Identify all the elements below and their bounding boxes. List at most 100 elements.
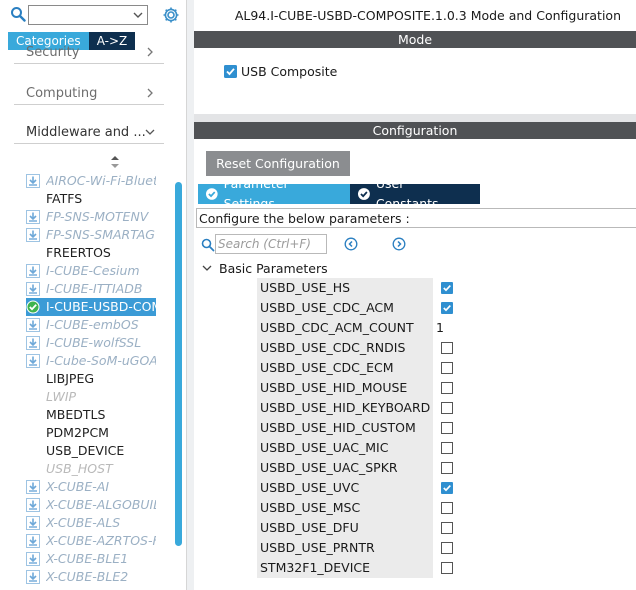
tab-parameter-settings[interactable]: Parameter Settings	[198, 176, 350, 211]
collapse-toggle-icon[interactable]	[202, 263, 212, 273]
download-icon	[26, 552, 40, 566]
page-title: AL94.I-CUBE-USBD-COMPOSITE.1.0.3 Mode an…	[234, 8, 621, 23]
middleware-item[interactable]: FREERTOS	[26, 244, 156, 262]
next-result-icon[interactable]	[392, 237, 406, 251]
basic-parameters-label: Basic Parameters	[219, 261, 328, 276]
middleware-label: X-CUBE-AZRTOS-F1	[46, 533, 156, 548]
reset-configuration-button[interactable]: Reset Configuration	[206, 151, 350, 176]
category-middleware[interactable]: Middleware and ...	[14, 122, 164, 144]
parameter-row: USBD_USE_UAC_SPKR	[257, 458, 467, 478]
middleware-item[interactable]: X-CUBE-AZRTOS-F1	[26, 532, 156, 550]
parameter-name: USBD_USE_UAC_MIC	[257, 438, 433, 458]
parameter-row: USBD_USE_PRNTR	[257, 538, 467, 558]
middleware-item[interactable]: LIBJPEG	[26, 370, 156, 388]
middleware-label: MBEDTLS	[46, 407, 106, 422]
chevron-right-icon	[147, 47, 153, 57]
tab-user-constants[interactable]: User Constants	[350, 176, 480, 211]
middleware-label: X-CUBE-ALGOBUILD	[46, 497, 156, 512]
parameter-checkbox[interactable]	[441, 442, 453, 454]
parameter-row: USBD_CDC_ACM_COUNT 1	[257, 318, 467, 338]
middleware-item[interactable]: PDM2PCM	[26, 424, 156, 442]
middleware-label: I-CUBE-ITTIADB	[46, 281, 143, 296]
parameter-checkbox[interactable]	[441, 462, 453, 474]
middleware-item[interactable]: I-CUBE-embOS	[26, 316, 156, 334]
middleware-item[interactable]: X-CUBE-BLE2	[26, 568, 156, 586]
middleware-item[interactable]: USB_DEVICE	[26, 442, 156, 460]
parameter-checkbox[interactable]	[441, 542, 453, 554]
panel-divider[interactable]	[186, 0, 194, 590]
middleware-label: USB_DEVICE	[46, 443, 125, 458]
middleware-item[interactable]: I-CUBE-Cesium	[26, 262, 156, 280]
check-circle-icon	[358, 188, 370, 200]
parameter-row: USBD_USE_MSC	[257, 498, 467, 518]
gear-icon[interactable]	[161, 5, 181, 25]
parameter-checkbox[interactable]	[441, 562, 453, 574]
search-icon	[201, 238, 215, 252]
middleware-label: X-CUBE-BLE1	[46, 551, 129, 566]
middleware-item[interactable]: AIROC-Wi-Fi-Bluet	[26, 172, 156, 190]
middleware-item[interactable]: FP-SNS-MOTENV	[26, 208, 156, 226]
parameter-name: USBD_USE_UVC	[257, 478, 433, 498]
configuration-header: Configuration	[194, 122, 636, 139]
parameter-row: USBD_USE_HID_CUSTOM	[257, 418, 467, 438]
parameter-checkbox[interactable]	[441, 422, 453, 434]
download-icon	[26, 498, 40, 512]
parameter-row: USBD_USE_CDC_RNDIS	[257, 338, 467, 358]
download-icon	[26, 282, 40, 296]
middleware-label: I-Cube-SoM-uGOAL	[46, 353, 156, 368]
usb-composite-checkbox[interactable]	[224, 65, 237, 78]
parameter-row: USBD_USE_HID_MOUSE	[257, 378, 467, 398]
parameter-checkbox[interactable]	[441, 382, 453, 394]
middleware-item[interactable]: FATFS	[26, 190, 156, 208]
middleware-label: I-CUBE-Cesium	[46, 263, 140, 278]
middleware-item[interactable]: I-Cube-SoM-uGOAL	[26, 352, 156, 370]
chevron-down-icon[interactable]	[132, 9, 144, 21]
sort-icon[interactable]	[111, 156, 119, 168]
parameter-name: USBD_USE_HID_MOUSE	[257, 378, 433, 398]
parameter-checkbox[interactable]	[441, 402, 453, 414]
category-label: Middleware and ...	[26, 125, 146, 140]
parameter-checkbox[interactable]	[441, 282, 453, 294]
configure-text: Configure the below parameters :	[199, 211, 410, 226]
parameter-name: USBD_USE_CDC_RNDIS	[257, 338, 433, 358]
middleware-item[interactable]: FP-SNS-SMARTAG	[26, 226, 156, 244]
middleware-item[interactable]: MBEDTLS	[26, 406, 156, 424]
parameter-checkbox[interactable]	[441, 342, 453, 354]
parameter-checkbox[interactable]	[441, 362, 453, 374]
check-circle-icon	[26, 300, 40, 314]
parameter-name: USBD_USE_CDC_ACM	[257, 298, 433, 318]
middleware-item[interactable]: USB_HOST	[26, 460, 156, 478]
download-icon	[26, 336, 40, 350]
middleware-item[interactable]: X-CUBE-ALS	[26, 514, 156, 532]
usb-composite-label: USB Composite	[241, 64, 338, 79]
parameter-value[interactable]: 1	[436, 320, 444, 335]
parameter-checkbox[interactable]	[441, 302, 453, 314]
category-security[interactable]: Security	[14, 42, 164, 64]
middleware-item[interactable]: X-CUBE-BLE1	[26, 550, 156, 568]
middleware-label: FP-SNS-MOTENV	[46, 209, 149, 224]
parameter-checkbox[interactable]	[441, 502, 453, 514]
middleware-label: FATFS	[46, 191, 83, 206]
scrollbar[interactable]	[175, 182, 182, 546]
middleware-item[interactable]: I-CUBE-ITTIADB	[26, 280, 156, 298]
parameter-search-input[interactable]: Search (Ctrl+F)	[215, 234, 327, 254]
middleware-item[interactable]: X-CUBE-AI	[26, 478, 156, 496]
parameter-checkbox[interactable]	[441, 482, 453, 494]
middleware-item[interactable]: I-CUBE-USBD-COMPOSITE	[26, 298, 156, 316]
chevron-right-icon	[147, 88, 153, 98]
download-icon	[26, 210, 40, 224]
parameter-row: USBD_USE_UVC	[257, 478, 467, 498]
middleware-item[interactable]: X-CUBE-ALGOBUILD	[26, 496, 156, 514]
previous-result-icon[interactable]	[344, 237, 358, 251]
parameter-tabs: Parameter Settings User Constants	[198, 176, 480, 211]
middleware-item[interactable]: LWIP	[26, 388, 156, 406]
configure-hint: Configure the below parameters :	[196, 208, 636, 228]
category-search-input[interactable]	[28, 5, 148, 25]
download-icon	[26, 228, 40, 242]
parameter-checkbox[interactable]	[441, 522, 453, 534]
parameter-row: USBD_USE_HS	[257, 278, 467, 298]
middleware-label: X-CUBE-BLE2	[46, 569, 129, 584]
category-computing[interactable]: Computing	[14, 83, 164, 105]
mode-header: Mode	[194, 31, 636, 48]
middleware-item[interactable]: I-CUBE-wolfSSL	[26, 334, 156, 352]
